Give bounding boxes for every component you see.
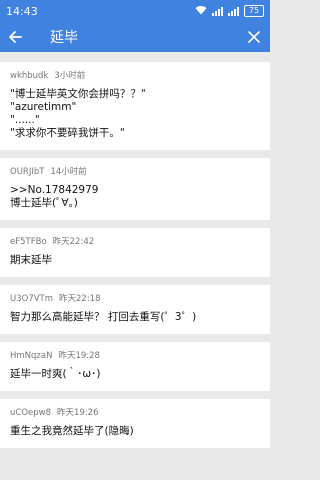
reply-meta: U3O7VTm 昨天22:18 (10, 292, 260, 304)
arrow-left-icon (9, 31, 22, 43)
signal-icon (212, 6, 223, 16)
reply-card[interactable]: OURJIbT 14小时前 >>No.17842979 博士延毕(ﾟ∀。) (0, 158, 270, 220)
close-icon (248, 31, 260, 43)
reply-card[interactable]: U3O7VTm 昨天22:18 智力那么高能延毕？ 打回去重写(゜3゜) (0, 285, 270, 334)
reply-text-line: 博士延毕(ﾟ∀。) (10, 197, 78, 209)
close-button[interactable] (232, 23, 260, 51)
reply-text-line: >>No.17842979 (10, 184, 99, 196)
reply-text-line: 期末延毕 (10, 254, 52, 266)
reply-text-line: "......" (10, 114, 40, 126)
reply-text-line: "博士延毕英文你会拼吗？？" (10, 88, 146, 100)
reply-text-line: 重生之我竟然延毕了(隐晦) (10, 425, 134, 437)
reply-card[interactable]: HmNqzaN 昨天19:28 延毕一时爽(｀･ω･) (0, 342, 270, 391)
reply-time: 3小时前 (54, 71, 86, 81)
reply-text-line: 智力那么高能延毕？ 打回去重写(゜3゜) (10, 311, 197, 323)
status-bar: 14:43 75 (0, 0, 270, 22)
reply-text-line: 延毕一时爽(｀･ω･) (10, 368, 101, 380)
reply-text-line: "求求你不要碎我饼干。" (10, 127, 125, 139)
reply-text-line: "azuretimm" (10, 101, 77, 113)
reply-time: 昨天19:28 (58, 351, 100, 361)
reply-time: 昨天22:42 (52, 237, 95, 247)
reply-meta: wkhbudk 3小时前 (10, 69, 260, 81)
page-title: 延毕 (50, 30, 78, 46)
back-button[interactable] (8, 23, 36, 51)
reply-time: 昨天22:18 (59, 294, 101, 304)
status-icons: 75 (195, 5, 264, 18)
reply-user-id: uCOepw8 (10, 408, 51, 418)
reply-card[interactable]: wkhbudk 3小时前 "博士延毕英文你会拼吗？？" "azuretimm" "...… (0, 62, 270, 150)
battery-icon: 75 (244, 5, 264, 17)
reply-meta: eF5TFBo 昨天22:42 (10, 235, 260, 247)
reply-time: 昨天19:26 (57, 408, 99, 418)
reply-meta: HmNqzaN 昨天19:28 (10, 349, 260, 361)
status-time: 14:43 (6, 4, 38, 18)
reply-user-id: U3O7VTm (10, 294, 54, 304)
reply-user-id: eF5TFBo (10, 237, 47, 247)
reply-user-id: HmNqzaN (10, 351, 53, 361)
wifi-icon (195, 5, 207, 18)
reply-card[interactable]: eF5TFBo 昨天22:42 期末延毕 (0, 228, 270, 277)
app-bar: 延毕 (0, 22, 270, 52)
reply-time: 14小时前 (50, 167, 87, 177)
reply-user-id: wkhbudk (10, 71, 49, 81)
reply-user-id: OURJIbT (10, 167, 45, 177)
signal-icon-2 (228, 6, 239, 16)
post-list: wkhbudk 3小时前 "博士延毕英文你会拼吗？？" "azuretimm" "...… (0, 52, 270, 448)
reply-meta: uCOepw8 昨天19:26 (10, 406, 260, 418)
reply-card[interactable]: uCOepw8 昨天19:26 重生之我竟然延毕了(隐晦) (0, 399, 270, 448)
reply-meta: OURJIbT 14小时前 (10, 165, 260, 177)
